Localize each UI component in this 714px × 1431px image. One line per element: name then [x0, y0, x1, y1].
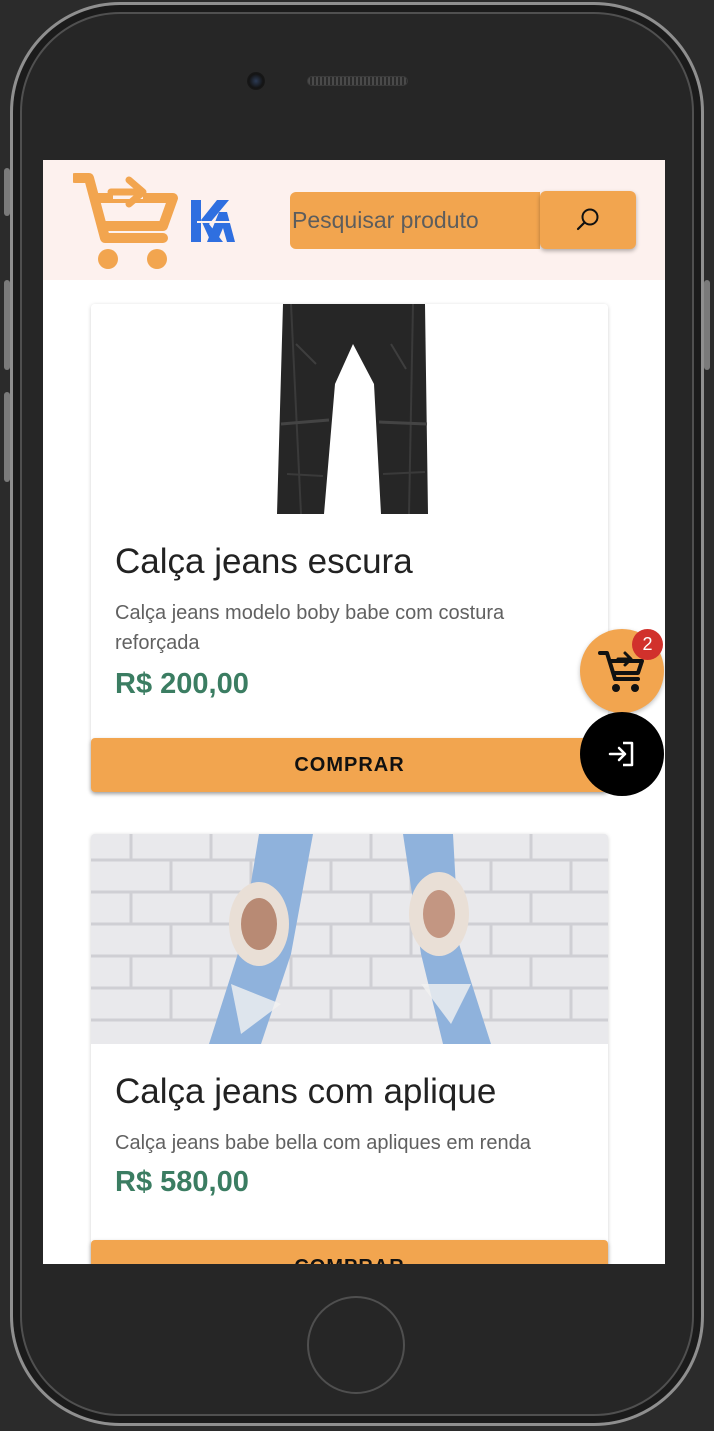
search-input[interactable] — [290, 192, 540, 249]
volume-down-button — [4, 392, 10, 482]
product-image — [91, 834, 608, 1044]
product-image — [91, 304, 608, 514]
mute-switch — [4, 168, 10, 216]
cart-count-badge: 2 — [632, 629, 663, 660]
home-button[interactable] — [307, 1296, 405, 1394]
product-card: Calça jeans escura Calça jeans modelo bo… — [91, 304, 608, 792]
login-button[interactable] — [580, 712, 664, 796]
product-title: Calça jeans com aplique — [115, 1072, 497, 1111]
jeans-dark-photo — [277, 304, 428, 514]
front-camera — [247, 72, 265, 90]
login-icon — [608, 741, 634, 767]
product-description: Calça jeans babe bella com apliques em r… — [115, 1132, 531, 1154]
power-button — [704, 280, 710, 370]
product-card: Calça jeans com aplique Calça jeans babe… — [91, 834, 608, 1264]
volume-up-button — [4, 280, 10, 370]
product-description: Calça jeans modelo boby babe com costura… — [115, 602, 505, 654]
km-logo-icon — [191, 200, 235, 242]
buy-button[interactable]: COMPRAR — [91, 1240, 608, 1264]
earpiece-speaker — [307, 76, 408, 86]
search-icon — [576, 208, 599, 231]
jeans-applique-photo — [91, 834, 608, 1044]
buy-button[interactable]: COMPRAR — [91, 738, 608, 792]
search-button[interactable] — [540, 191, 636, 249]
app-screen: Calça jeans escura Calça jeans modelo bo… — [43, 160, 665, 1264]
cart-logo-icon[interactable] — [73, 168, 179, 272]
app-header — [43, 160, 665, 280]
product-price: R$ 200,00 — [115, 668, 249, 700]
product-title: Calça jeans escura — [115, 542, 413, 581]
product-price: R$ 580,00 — [115, 1166, 249, 1198]
